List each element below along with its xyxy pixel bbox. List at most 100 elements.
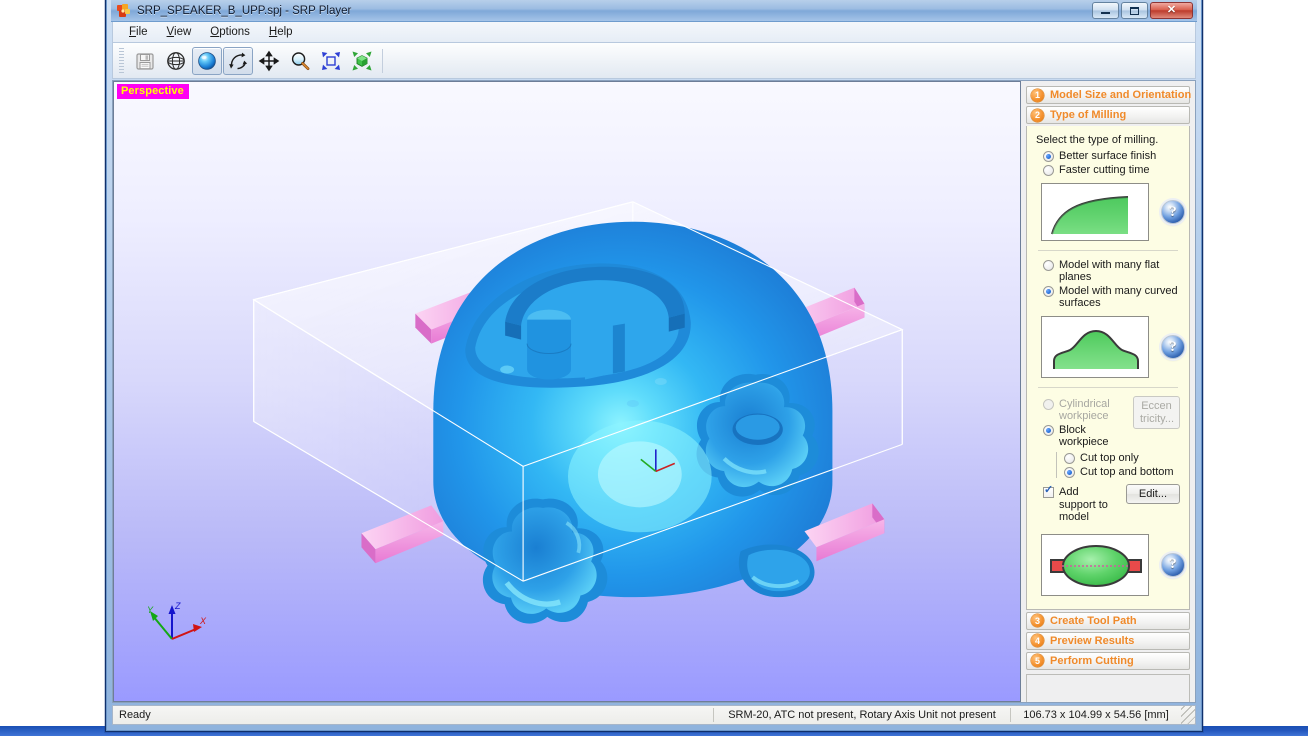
step-title-4: Preview Results [1050, 635, 1134, 647]
menu-bar: File View Options Help [112, 22, 1196, 43]
radio-indicator-cylindrical-workpiece [1043, 399, 1054, 410]
pan-move-icon[interactable] [254, 47, 284, 75]
toolbar-grip[interactable] [119, 48, 124, 74]
radio-indicator-cut-top-and-bottom [1064, 467, 1075, 478]
radio-many-flat-planes[interactable]: Model with many flat planes [1043, 259, 1180, 283]
3d-viewport[interactable]: Perspective [113, 81, 1021, 702]
main-toolbar [112, 43, 1196, 79]
menu-label-help-rest: elp [277, 26, 292, 38]
milling-prompt: Select the type of milling. [1036, 134, 1180, 146]
bottom-right-notch [739, 545, 815, 598]
radio-label-many-flat-planes: Model with many flat planes [1059, 259, 1180, 283]
eccentricity-button[interactable]: Eccen tricity... [1133, 396, 1180, 429]
step-title-1: Model Size and Orientation [1050, 89, 1191, 101]
wireframe-globe-icon[interactable] [161, 47, 191, 75]
save-icon[interactable] [130, 47, 160, 75]
step-header-model-size[interactable]: 1 Model Size and Orientation [1026, 86, 1190, 104]
eccentricity-button-line1: Eccen [1141, 400, 1172, 412]
step-header-create-tool-path[interactable]: 3 Create Tool Path [1026, 612, 1190, 630]
radio-better-surface-finish[interactable]: Better surface finish [1043, 150, 1180, 162]
step-badge-2: 2 [1031, 109, 1044, 122]
desktop-background-left [0, 726, 105, 736]
support-tabs-preview [1041, 534, 1149, 596]
viewport-scene [114, 82, 1020, 701]
radio-indicator-many-flat-planes [1043, 260, 1054, 271]
menu-item-file[interactable]: File [121, 24, 156, 40]
window-frame: SRP_SPEAKER_B_UPP.spj - SRP Player ✕ Fil… [106, 0, 1202, 731]
svg-text:Z: Z [174, 601, 181, 611]
window-title: SRP_SPEAKER_B_UPP.spj - SRP Player [137, 5, 351, 17]
edit-support-button[interactable]: Edit... [1126, 484, 1180, 504]
help-surface-finish-button[interactable]: ? [1161, 200, 1185, 224]
checkbox-add-support-to-model[interactable]: Add support to model [1043, 486, 1118, 524]
fit-to-window-icon[interactable] [316, 47, 346, 75]
zoom-to-object-icon[interactable] [347, 47, 377, 75]
screen-root: SRP_SPEAKER_B_UPP.spj - SRP Player ✕ Fil… [0, 0, 1308, 736]
radio-many-curved-surfaces[interactable]: Model with many curved surfaces [1043, 285, 1180, 309]
radio-label-many-curved-surfaces: Model with many curved surfaces [1059, 285, 1180, 309]
eccentricity-button-line2: tricity... [1140, 413, 1174, 425]
radio-indicator-block-workpiece [1043, 425, 1054, 436]
radio-cut-top-only[interactable]: Cut top only [1064, 452, 1180, 464]
workpiece-row: Cylindrical workpiece Block workpiece Ec… [1036, 396, 1180, 450]
divider-2 [1038, 387, 1178, 388]
menu-label-view-rest: iew [174, 26, 191, 38]
checkbox-label-add-support-line1: Add support to [1059, 486, 1108, 511]
workpiece-options: Cylindrical workpiece Block workpiece [1036, 396, 1125, 450]
window-controls: ✕ [1092, 2, 1195, 19]
wizard-panel: 1 Model Size and Orientation 2 Type of M… [1021, 81, 1195, 702]
support-preview-row: ? [1041, 534, 1180, 596]
menu-item-view[interactable]: View [159, 24, 200, 40]
step-badge-5: 5 [1031, 654, 1044, 667]
shaded-sphere-icon[interactable] [192, 47, 222, 75]
surface-finish-curve-preview [1041, 183, 1149, 241]
step-header-type-of-milling[interactable]: 2 Type of Milling [1026, 106, 1190, 124]
srp-player-window: SRP_SPEAKER_B_UPP.spj - SRP Player ✕ Fil… [105, 0, 1203, 732]
svg-text:X: X [199, 616, 207, 626]
radio-label-faster-cutting-time: Faster cutting time [1059, 164, 1149, 176]
radio-cylindrical-workpiece[interactable]: Cylindrical workpiece [1043, 398, 1125, 422]
help-support-button[interactable]: ? [1161, 553, 1185, 577]
radio-faster-cutting-time[interactable]: Faster cutting time [1043, 164, 1180, 176]
panel-empty-area [1026, 674, 1190, 702]
step-badge-3: 3 [1031, 614, 1044, 627]
step-title-5: Perform Cutting [1050, 655, 1134, 667]
cavity-cylinder-boss [527, 310, 571, 380]
rotate-icon[interactable] [223, 47, 253, 75]
step-header-perform-cutting[interactable]: 5 Perform Cutting [1026, 652, 1190, 670]
menu-label-file-rest: ile [136, 26, 148, 38]
radio-indicator-many-curved-surfaces [1043, 286, 1054, 297]
minimize-button[interactable] [1092, 2, 1119, 19]
toolbar-separator [382, 49, 383, 73]
radio-block-workpiece[interactable]: Block workpiece [1043, 424, 1125, 448]
radio-cut-top-and-bottom[interactable]: Cut top and bottom [1064, 466, 1180, 478]
status-dimensions: 106.73 x 104.99 x 54.56 [mm] [1011, 706, 1181, 724]
status-resize-grip[interactable] [1181, 706, 1195, 724]
support-row: Add support to model Edit... [1036, 484, 1180, 526]
radio-label-cylindrical-workpiece: Cylindrical workpiece [1059, 398, 1125, 422]
step-header-preview-results[interactable]: 4 Preview Results [1026, 632, 1190, 650]
menu-item-options[interactable]: Options [202, 24, 258, 40]
checkbox-indicator-add-support [1043, 487, 1054, 498]
maximize-button[interactable] [1121, 2, 1148, 19]
close-button[interactable]: ✕ [1150, 2, 1193, 19]
curved-surface-profile-preview [1041, 316, 1149, 378]
cut-options-group: Cut top only Cut top and bottom [1056, 452, 1180, 478]
menu-item-help[interactable]: Help [261, 24, 301, 40]
help-model-shape-button[interactable]: ? [1161, 335, 1185, 359]
radio-label-better-surface-finish: Better surface finish [1059, 150, 1156, 162]
status-bar: Ready SRM-20, ATC not present, Rotary Ax… [112, 705, 1196, 725]
zoom-magnifier-icon[interactable] [285, 47, 315, 75]
step-badge-1: 1 [1031, 89, 1044, 102]
radio-label-cut-top-only: Cut top only [1080, 452, 1139, 464]
title-bar: SRP_SPEAKER_B_UPP.spj - SRP Player ✕ [111, 0, 1197, 22]
menu-label-options-rest: ptions [219, 26, 250, 38]
radio-label-block-workpiece: Block workpiece [1059, 424, 1125, 448]
axis-gizmo: Z Y X [144, 593, 214, 653]
radio-indicator-faster-cutting-time [1043, 165, 1054, 176]
checkbox-label-add-support-line2: model [1059, 511, 1089, 523]
radio-indicator-cut-top-only [1064, 453, 1075, 464]
step-title-3: Create Tool Path [1050, 615, 1137, 627]
projection-label: Perspective [117, 84, 189, 99]
srp-player-app-icon [116, 3, 132, 19]
